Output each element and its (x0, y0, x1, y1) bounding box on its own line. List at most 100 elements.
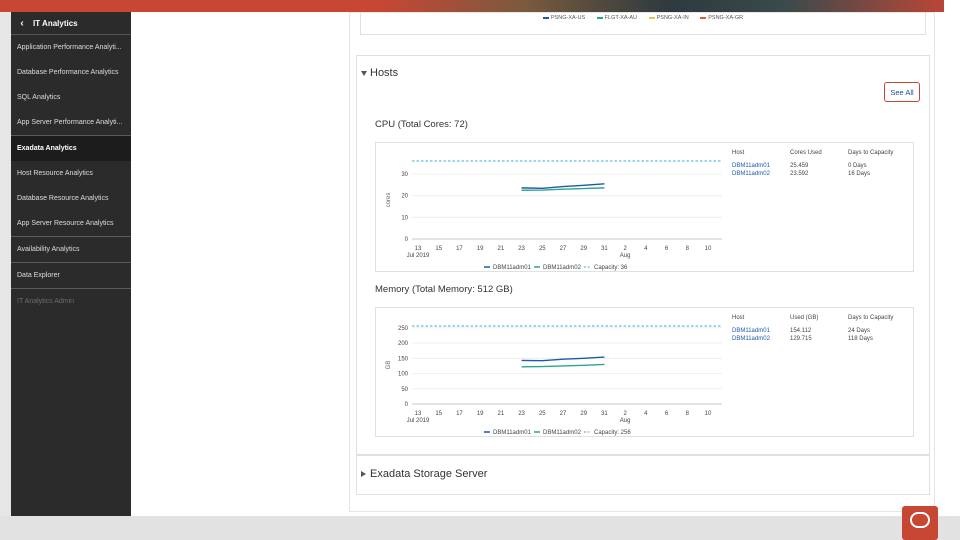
sidebar-item-sql-analytics[interactable]: SQL Analytics (11, 85, 131, 110)
y-tick-label: 30 (401, 172, 408, 178)
x-tick-sublabel: Jul 2019 (407, 418, 430, 424)
x-tick-label: 27 (560, 246, 567, 252)
table-header: Host Used (GB) Days to Capacity (732, 314, 908, 322)
used-column-header: Used (GB) (790, 315, 819, 321)
days-column-header: Days to Capacity (848, 315, 894, 321)
slide-top-artwork (380, 0, 960, 12)
legend-item: PSNG-XA-GR (700, 15, 743, 21)
host-column-header: Host (732, 315, 745, 321)
slide-bottom-band (0, 516, 960, 540)
x-tick-label: 13 (415, 246, 422, 252)
see-all-button[interactable]: See All (884, 82, 920, 102)
sidebar-item-database-performance[interactable]: Database Performance Analytics (11, 60, 131, 85)
cpu-chart: 0 10 20 30 cores 13Jul 2019 15 17 19 21 23 25 27 29 31… (386, 160, 722, 271)
brand-logo-mark (910, 512, 930, 528)
days-value: 16 Days (848, 171, 871, 177)
x-tick-label: 25 (539, 411, 546, 417)
table-row: DBM11adm02 23.592 16 Days (732, 170, 908, 178)
legend-label: DBM11adm02 (543, 430, 582, 436)
used-value: 25.459 (790, 163, 809, 169)
exadata-panel: PSNG-XA-US FLGT-XA-AU PSNG-XA-IN PSNG-XA… (349, 12, 935, 512)
x-tick-label: 2 (623, 411, 627, 417)
y-tick-label: 200 (398, 341, 409, 347)
chart-legend: PSNG-XA-US FLGT-XA-AU PSNG-XA-IN PSNG-XA… (361, 15, 925, 21)
used-column-header: Cores Used (790, 150, 822, 156)
host-link[interactable]: DBM11adm01 (732, 328, 770, 334)
x-tick-label: 21 (498, 246, 505, 252)
storage-toggle[interactable]: Exadata Storage Server (361, 468, 487, 480)
x-tick-label: 17 (456, 411, 463, 417)
table-row: DBM11adm01 154.112 24 Days (732, 327, 908, 335)
slide-right-margin (944, 0, 960, 540)
days-value: 24 Days (848, 328, 871, 334)
caret-right-icon (361, 471, 366, 478)
hosts-toggle[interactable]: Hosts (361, 67, 398, 79)
sidebar: ‹ IT Analytics Application Performance A… (11, 12, 131, 516)
x-tick-label: 31 (601, 246, 608, 252)
x-tick-label: 21 (498, 411, 505, 417)
legend-item: PSNG-XA-US (542, 15, 585, 21)
cpu-host-table: Host Cores Used Days to Capacity DBM11ad… (732, 149, 908, 178)
x-tick-label: 4 (644, 411, 648, 417)
host-link[interactable]: DBM11adm02 (732, 336, 770, 342)
days-value: 118 Days (848, 336, 873, 342)
sidebar-item-application-performance[interactable]: Application Performance Analyti... (11, 35, 131, 60)
series-line-1 (521, 356, 605, 362)
x-tick-sublabel: Aug (620, 418, 631, 424)
y-tick-label: 250 (398, 326, 409, 332)
sidebar-item-data-explorer[interactable]: Data Explorer (11, 263, 131, 289)
legend-label: Capacity: 36 (594, 265, 628, 271)
y-tick-label: 10 (401, 215, 408, 221)
used-value: 129.715 (790, 336, 812, 342)
x-tick-label: 13 (415, 411, 422, 417)
sidebar-item-app-server-resource[interactable]: App Server Resource Analytics (11, 211, 131, 237)
memory-chart-card: 0 50 100 150 200 250 GB 13 Jul 2019 15 17 19 21 23 25 2… (375, 307, 914, 437)
days-column-header: Days to Capacity (848, 150, 894, 156)
x-tick-label: 10 (705, 411, 712, 417)
y-tick-label: 100 (398, 372, 409, 378)
y-tick-label: 20 (401, 194, 408, 200)
x-tick-label: 25 (539, 246, 546, 252)
legend-item: PSNG-XA-IN (648, 15, 689, 21)
x-tick-label: 2 (623, 246, 627, 252)
x-tick-label: 6 (665, 411, 669, 417)
table-header: Host Cores Used Days to Capacity (732, 149, 908, 157)
storage-section: Exadata Storage Server (356, 455, 930, 495)
sidebar-item-app-server-performance[interactable]: App Server Performance Analyti... (11, 110, 131, 136)
sidebar-item-it-analytics-admin: IT Analytics Admin (17, 298, 75, 305)
x-tick-label: 19 (477, 246, 484, 252)
x-tick-label: 15 (435, 411, 442, 417)
previous-chart-card: PSNG-XA-US FLGT-XA-AU PSNG-XA-IN PSNG-XA… (360, 12, 926, 35)
y-tick-label: 0 (405, 237, 409, 243)
x-tick-label: 29 (580, 411, 587, 417)
x-tick-label: 8 (686, 246, 690, 252)
host-column-header: Host (732, 150, 745, 156)
chevron-left-icon[interactable]: ‹ (11, 18, 33, 29)
memory-chart: 0 50 100 150 200 250 GB 13Jul 2019 15 17 19 21 23 25 2… (386, 325, 722, 436)
sidebar-title: IT Analytics (33, 18, 78, 28)
x-tick-sublabel: Jul 2019 (407, 253, 430, 259)
x-tick-label: 10 (705, 246, 712, 252)
x-tick-label: 6 (665, 246, 669, 252)
host-link[interactable]: DBM11adm02 (732, 171, 770, 177)
main-content: PSNG-XA-US FLGT-XA-AU PSNG-XA-IN PSNG-XA… (131, 12, 944, 516)
sidebar-item-availability[interactable]: Availability Analytics (11, 237, 131, 263)
x-tick-label: 31 (601, 411, 608, 417)
x-tick-label: 23 (518, 246, 525, 252)
storage-title: Exadata Storage Server (370, 468, 488, 480)
days-value: 0 Days (848, 163, 867, 169)
legend-label: DBM11adm01 (493, 265, 532, 271)
host-link[interactable]: DBM11adm01 (732, 163, 770, 169)
cpu-title: CPU (Total Cores: 72) (375, 119, 468, 130)
hosts-title: Hosts (370, 67, 399, 79)
used-value: 154.112 (790, 328, 812, 334)
y-axis-label: cores (386, 193, 392, 208)
sidebar-item-exadata-analytics[interactable]: Exadata Analytics (11, 136, 131, 161)
legend-item: FLGT-XA-AU (596, 15, 637, 21)
sidebar-item-host-resource[interactable]: Host Resource Analytics (11, 161, 131, 186)
table-row: DBM11adm01 25.459 0 Days (732, 162, 908, 170)
memory-title: Memory (Total Memory: 512 GB) (375, 284, 513, 295)
caret-down-icon (361, 70, 367, 76)
sidebar-item-database-resource[interactable]: Database Resource Analytics (11, 186, 131, 211)
y-tick-label: 50 (401, 387, 408, 393)
